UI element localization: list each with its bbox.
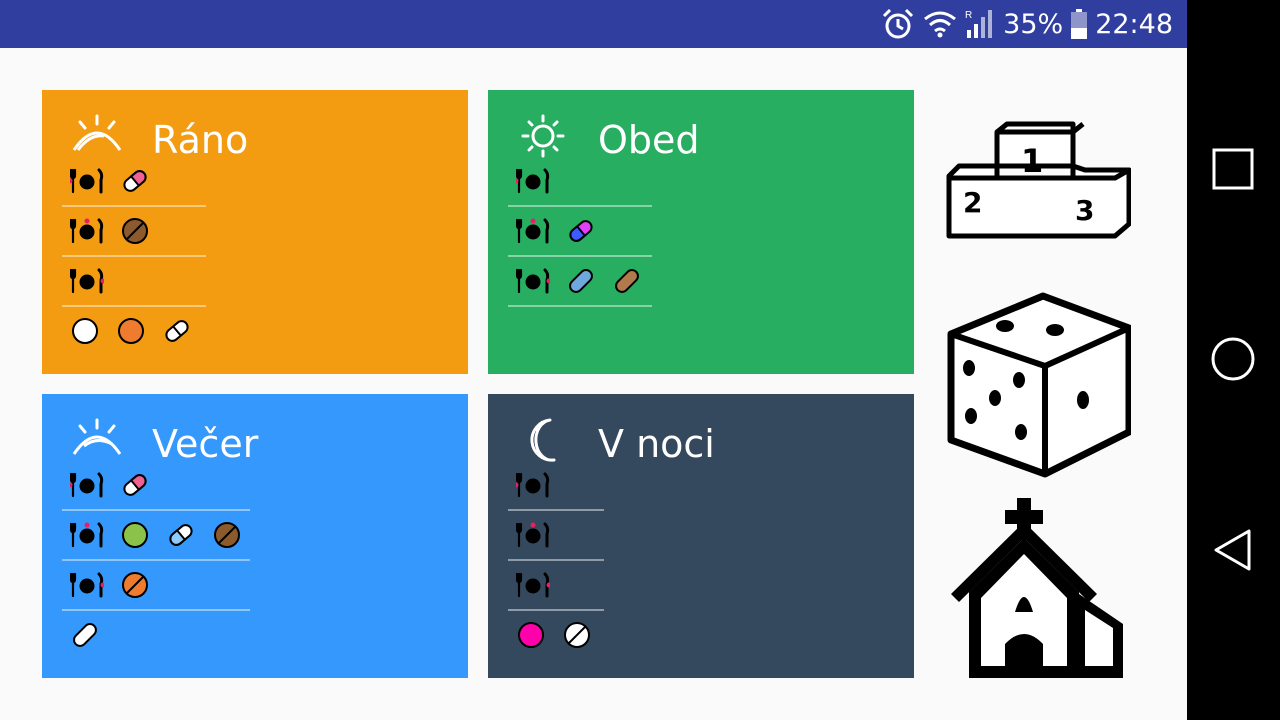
orange-tablet-icon — [122, 571, 148, 598]
magenta-tablet-icon — [518, 621, 544, 648]
dose-row — [508, 460, 604, 511]
cell-signal-icon: R — [965, 10, 993, 38]
svg-text:3: 3 — [1075, 194, 1094, 227]
orange-tablet-icon — [118, 317, 144, 344]
status-bar: R 35% 22:48 — [0, 0, 1187, 48]
after-meal-icon — [516, 572, 550, 597]
podium-icon: 1 2 3 — [946, 121, 1132, 239]
moon-icon — [530, 418, 556, 462]
app-content: Ráno Obed Večer V noci 1 2 3 — [0, 48, 1187, 720]
navigation-bar — [1187, 0, 1280, 720]
capsule-icon — [123, 169, 147, 192]
during-meal-icon — [516, 522, 550, 547]
dose-row — [508, 610, 592, 659]
dose-row — [508, 560, 604, 611]
before-meal-icon — [70, 168, 104, 193]
during-meal-icon — [70, 218, 104, 243]
clock: 22:48 — [1095, 8, 1173, 40]
green-tablet-icon — [122, 521, 148, 548]
before-meal-icon — [516, 168, 550, 193]
blue-capsule-icon — [569, 268, 593, 293]
white-capsule-icon — [165, 319, 189, 342]
leaderboard-button[interactable]: 1 2 3 — [945, 120, 1132, 244]
during-meal-icon — [70, 522, 104, 547]
battery-percent: 35% — [1003, 8, 1064, 40]
church-icon — [951, 498, 1123, 678]
svg-text:R: R — [965, 10, 972, 21]
dose-row — [62, 560, 250, 611]
card-night[interactable]: V noci — [488, 394, 914, 678]
home-button[interactable] — [1207, 333, 1259, 385]
dose-row — [62, 306, 192, 355]
dose-row — [62, 510, 250, 561]
card-title: V noci — [598, 422, 715, 466]
dose-row — [508, 510, 604, 561]
recent-apps-button[interactable] — [1207, 143, 1259, 195]
after-meal-icon — [516, 268, 550, 293]
dice-icon — [947, 292, 1133, 478]
before-meal-icon — [70, 472, 104, 497]
white-tablet-icon — [72, 317, 98, 344]
sun-icon — [521, 114, 565, 158]
after-meal-icon — [70, 268, 104, 293]
circle-icon — [1211, 337, 1255, 381]
dose-row — [62, 206, 206, 257]
white-scored-tablet-icon — [564, 621, 590, 648]
battery-icon — [1071, 9, 1088, 39]
dose-row — [62, 256, 206, 307]
white-capsule-icon — [73, 622, 97, 647]
brown-tablet-icon — [122, 217, 148, 244]
dice-button[interactable] — [945, 292, 1133, 478]
dose-row — [62, 610, 100, 659]
sunset-icon — [72, 418, 122, 455]
brown-capsule-icon — [615, 268, 639, 293]
white-blue-capsule-icon — [169, 523, 193, 546]
dose-row — [62, 460, 250, 511]
capsule-icon — [123, 473, 147, 496]
square-icon — [1212, 148, 1254, 190]
sunrise-icon — [72, 114, 122, 151]
svg-text:1: 1 — [1021, 142, 1043, 180]
back-button[interactable] — [1207, 524, 1259, 576]
svg-text:2: 2 — [963, 186, 982, 219]
dose-row — [508, 156, 652, 207]
wifi-icon — [924, 11, 957, 38]
alarm-icon — [883, 8, 914, 39]
card-morning[interactable]: Ráno — [42, 90, 468, 374]
dose-row — [508, 256, 652, 307]
after-meal-icon — [70, 572, 104, 597]
church-button[interactable] — [945, 494, 1131, 680]
during-meal-icon — [516, 218, 550, 243]
card-noon[interactable]: Obed — [488, 90, 914, 374]
brown-tablet-icon — [214, 521, 240, 548]
before-meal-icon — [516, 472, 550, 497]
back-triangle-icon — [1214, 529, 1251, 571]
dose-row — [508, 206, 652, 257]
purple-capsule-icon — [569, 219, 593, 242]
card-evening[interactable]: Večer — [42, 394, 468, 678]
dose-row — [62, 156, 206, 207]
